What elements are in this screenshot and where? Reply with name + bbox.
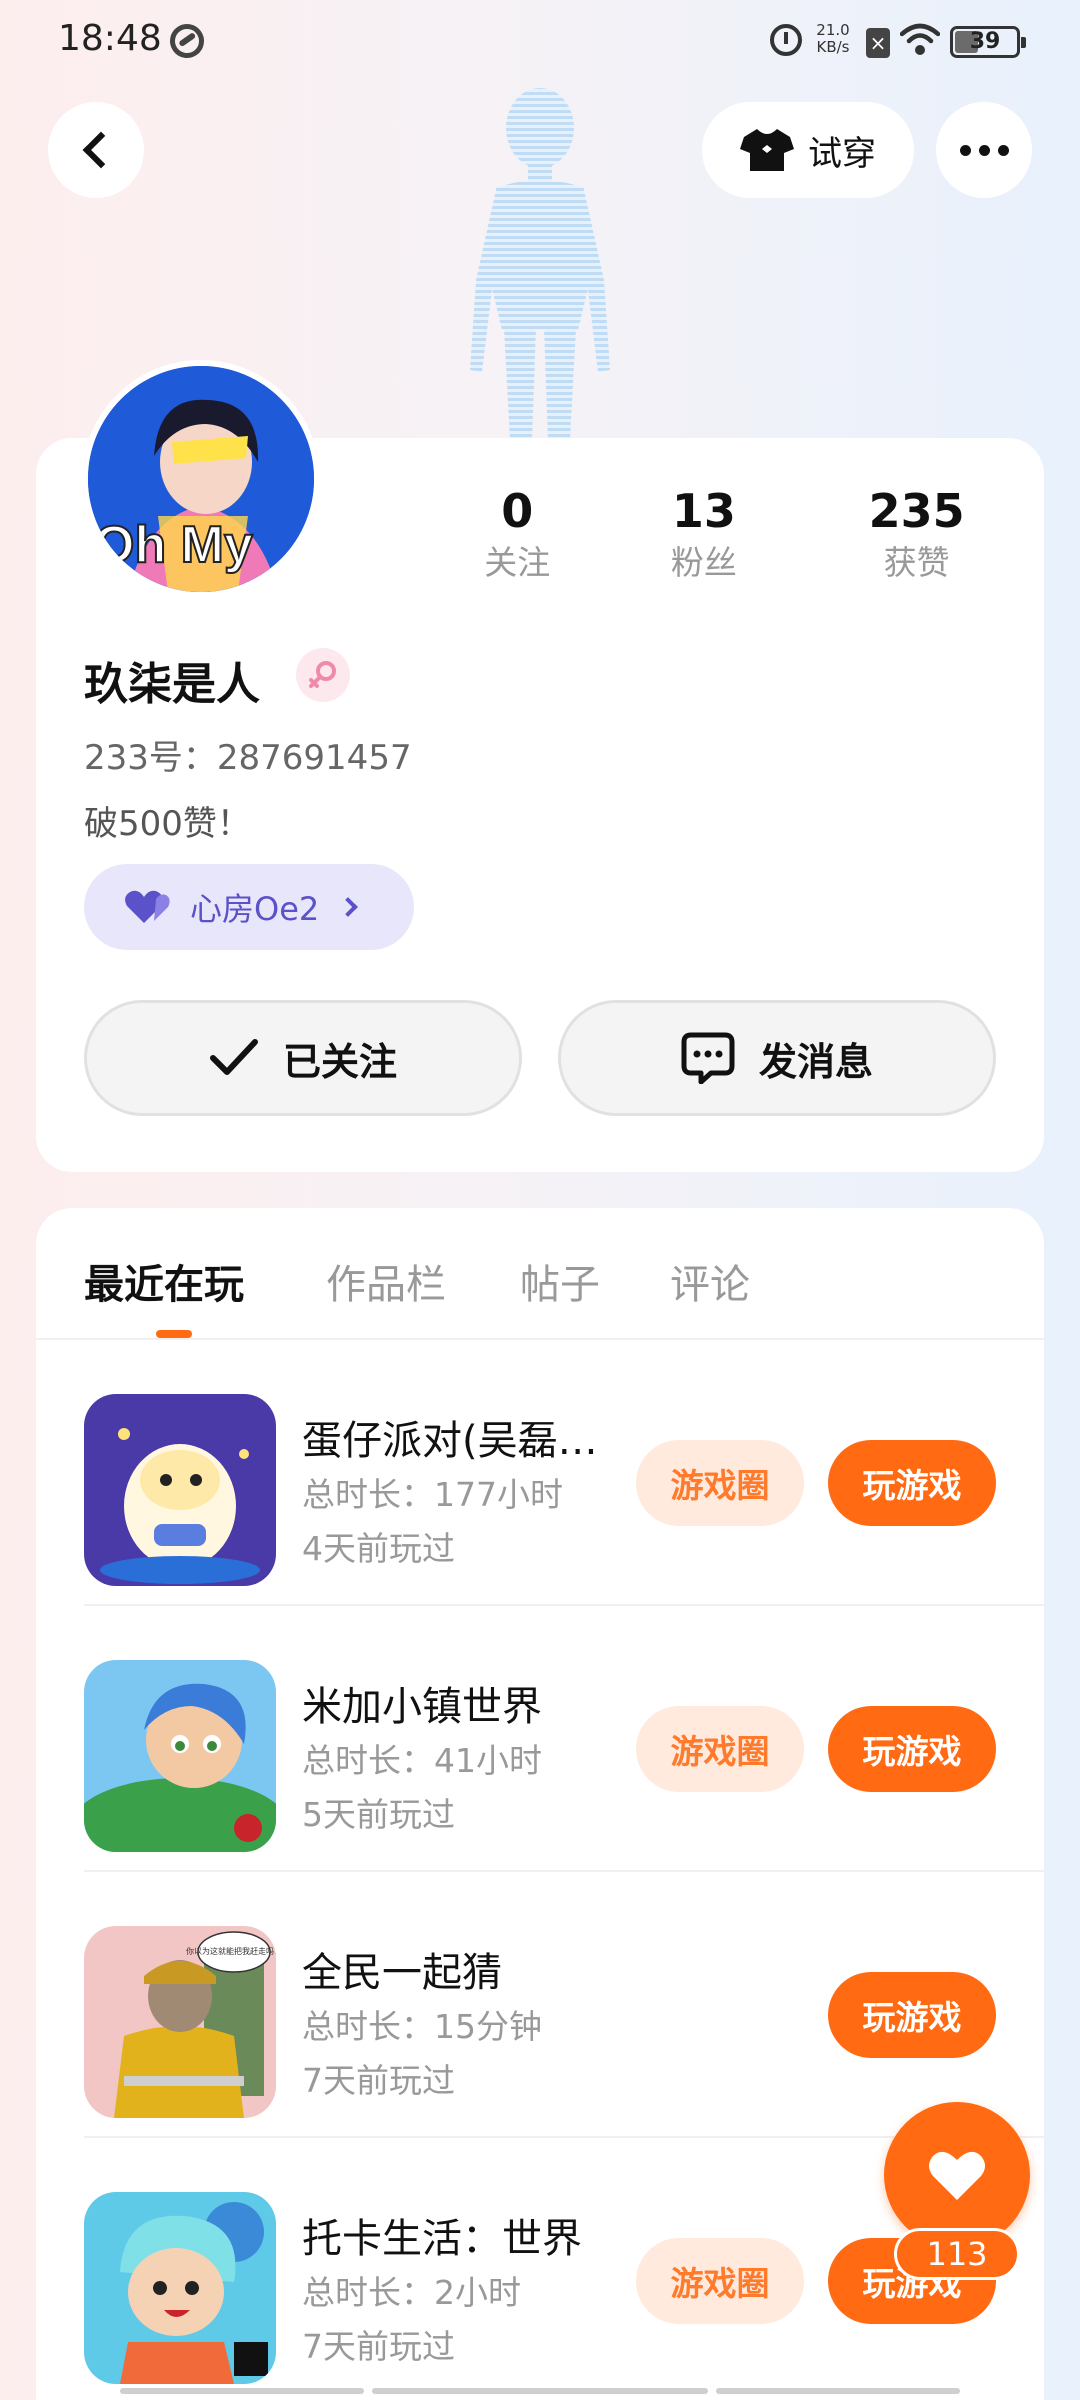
- no-sim-icon: ×: [866, 28, 890, 58]
- game-icon-guess-together[interactable]: 你以为这就能把我赶走吗？: [84, 1926, 276, 2118]
- tab-works[interactable]: 作品栏: [326, 1252, 446, 1310]
- speech-bubble-text: 你以为这就能把我赶走吗？: [186, 1946, 276, 1956]
- tab-comments[interactable]: 评论: [670, 1252, 750, 1310]
- female-gender-icon: [296, 648, 350, 702]
- game-circle-button[interactable]: 游戏圈: [636, 1706, 804, 1792]
- game-last-played: 4天前玩过: [302, 1529, 455, 1568]
- tab-recently-played[interactable]: 最近在玩: [84, 1252, 244, 1310]
- scroll-indicator: [716, 2388, 960, 2394]
- heart-room-icon: [125, 890, 170, 923]
- back-arrow-icon: [82, 131, 120, 169]
- battery-icon: 39: [950, 26, 1026, 58]
- game-duration: 总时长：41小时: [302, 1741, 542, 1780]
- stat-likes-value: 235: [868, 484, 965, 538]
- game-icon-toca-life[interactable]: [84, 2192, 276, 2384]
- chat-bubble-icon: [681, 1032, 735, 1084]
- game-title: 米加小镇世界: [302, 1684, 542, 1730]
- game-row[interactable]: 你以为这就能把我赶走吗？ 全民一起猜 总时长：15分钟 7天前玩过 玩游戏: [84, 1872, 1044, 2138]
- more-options-button[interactable]: [936, 102, 1032, 198]
- more-dot-icon: [997, 144, 1009, 156]
- scroll-indicator: [120, 2388, 364, 2394]
- more-dot-icon: [959, 144, 971, 156]
- game-last-played: 7天前玩过: [302, 2061, 455, 2100]
- user-id: 233号：287691457: [84, 738, 412, 778]
- game-row[interactable]: 米加小镇世界 总时长：41小时 5天前玩过 游戏圈 玩游戏: [84, 1606, 1044, 1872]
- stat-likes[interactable]: 235 获赞: [823, 482, 1010, 586]
- send-message-label: 发消息: [758, 1039, 873, 1084]
- followed-label: 已关注: [282, 1039, 397, 1084]
- heart-icon: [929, 2151, 985, 2200]
- heart-room-label: 心房Oe2: [190, 890, 320, 928]
- tab-indicator: [156, 1330, 192, 1338]
- like-count: 113: [894, 2228, 1020, 2280]
- game-circle-button[interactable]: 游戏圈: [636, 2238, 804, 2324]
- check-icon: [209, 1039, 258, 1075]
- followed-button[interactable]: 已关注: [84, 1000, 522, 1116]
- stat-followers-value: 13: [671, 484, 736, 538]
- do-not-disturb-icon: [163, 17, 211, 65]
- profile-avatar[interactable]: Oh My: [82, 360, 320, 598]
- username: 玖柒是人: [84, 659, 260, 710]
- network-speed-unit: KB/s: [816, 38, 850, 56]
- stat-following-label: 关注: [484, 543, 551, 582]
- game-duration: 总时长：177小时: [302, 1475, 563, 1514]
- games-card: 最近在玩 作品栏 帖子 评论 蛋仔派对(吴磊代言) 总时长：177小时 4天前玩…: [36, 1208, 1044, 2400]
- user-bio: 破500赞！: [84, 804, 251, 844]
- stat-followers[interactable]: 13 粉丝: [584, 482, 823, 586]
- game-circle-button[interactable]: 游戏圈: [636, 1440, 804, 1526]
- scroll-indicator: [372, 2388, 708, 2394]
- game-icon-eggy-party[interactable]: [84, 1394, 276, 1586]
- heart-room-button[interactable]: 心房Oe2: [84, 864, 414, 950]
- more-dot-icon: [978, 144, 990, 156]
- play-game-button[interactable]: 玩游戏: [828, 1440, 996, 1526]
- status-time: 18:48: [58, 18, 162, 59]
- battery-level: 39: [969, 29, 1001, 54]
- back-button[interactable]: [48, 102, 144, 198]
- network-speed-value: 21.0: [816, 21, 850, 39]
- game-row[interactable]: 蛋仔派对(吴磊代言) 总时长：177小时 4天前玩过 游戏圈 玩游戏: [84, 1340, 1044, 1606]
- game-title: 全民一起猜: [302, 1950, 502, 1996]
- profile-tab-bar: 最近在玩 作品栏 帖子 评论: [36, 1208, 1044, 1340]
- send-message-button[interactable]: 发消息: [558, 1000, 996, 1116]
- chevron-right-icon: [338, 897, 359, 917]
- game-title: 托卡生活：世界: [302, 2216, 582, 2262]
- tab-posts[interactable]: 帖子: [520, 1252, 600, 1310]
- game-icon-miga-town[interactable]: [84, 1660, 276, 1852]
- play-game-button[interactable]: 玩游戏: [828, 1972, 996, 2058]
- stat-following[interactable]: 0 关注: [450, 482, 584, 586]
- avatar-illustration: Oh My: [88, 366, 314, 592]
- alarm-icon: [770, 24, 802, 56]
- status-bar: 18:48 21.0 KB/s × 39: [0, 0, 1080, 84]
- network-speed: 21.0 KB/s: [810, 22, 856, 56]
- like-button[interactable]: [884, 2102, 1030, 2248]
- tshirt-icon: [740, 129, 794, 171]
- game-duration: 总时长：2小时: [302, 2273, 521, 2312]
- try-on-label: 试穿: [808, 133, 876, 174]
- game-title: 蛋仔派对(吴磊代言): [302, 1418, 632, 1464]
- game-duration: 总时长：15分钟: [302, 2007, 542, 2046]
- game-last-played: 5天前玩过: [302, 1795, 455, 1834]
- stat-likes-label: 获赞: [883, 543, 950, 582]
- play-game-button[interactable]: 玩游戏: [828, 1706, 996, 1792]
- game-last-played: 7天前玩过: [302, 2327, 455, 2366]
- stat-following-value: 0: [501, 484, 534, 538]
- wifi-icon: [900, 23, 940, 55]
- try-on-button[interactable]: 试穿: [702, 102, 914, 198]
- avatar-3d-figure[interactable]: [440, 80, 640, 440]
- profile-stats: 0 关注 13 粉丝 235 获赞: [450, 482, 1010, 586]
- stat-followers-label: 粉丝: [670, 543, 737, 582]
